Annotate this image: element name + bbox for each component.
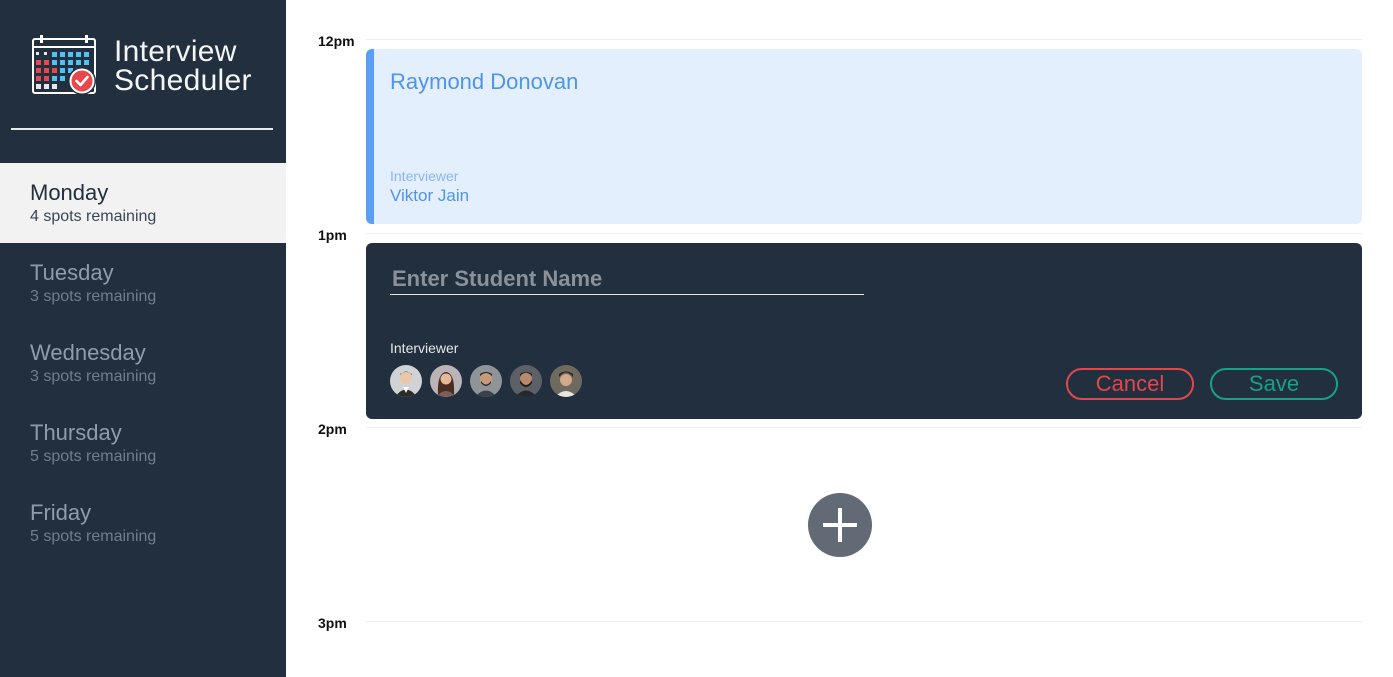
time-divider xyxy=(366,621,1362,622)
day-name: Friday xyxy=(30,500,92,525)
day-name: Wednesday xyxy=(30,340,146,365)
appointment-form: Interviewer Cancel Save xyxy=(366,243,1362,419)
cancel-button[interactable]: Cancel xyxy=(1066,368,1194,400)
day-spots: 5 spots remaining xyxy=(30,528,157,545)
form-interviewer-label: Interviewer xyxy=(390,340,459,356)
plus-icon xyxy=(823,508,857,542)
sidebar-divider xyxy=(11,128,273,130)
time-divider xyxy=(366,39,1362,40)
app-title-line2: Scheduler xyxy=(114,64,252,97)
interviewer-avatar[interactable] xyxy=(470,365,502,397)
app-title: Interview Scheduler xyxy=(114,35,252,97)
appointment-interviewer-label: Interviewer xyxy=(390,168,459,184)
time-divider xyxy=(366,233,1362,234)
day-spots: 5 spots remaining xyxy=(30,448,157,465)
day-item-tuesday[interactable]: Tuesday 3 spots remaining xyxy=(0,243,286,323)
interviewer-avatar[interactable] xyxy=(390,365,422,397)
day-name: Tuesday xyxy=(30,260,114,285)
day-name: Monday xyxy=(30,180,109,205)
day-item-thursday[interactable]: Thursday 5 spots remaining xyxy=(0,403,286,483)
brand: Interview Scheduler xyxy=(32,34,282,98)
interviewer-avatar[interactable] xyxy=(510,365,542,397)
time-label: 2pm xyxy=(318,421,347,437)
save-button[interactable]: Save xyxy=(1210,368,1338,400)
sidebar: Interview Scheduler Monday 4 spots remai… xyxy=(0,0,286,677)
day-item-friday[interactable]: Friday 5 spots remaining xyxy=(0,483,286,563)
day-item-wednesday[interactable]: Wednesday 3 spots remaining xyxy=(0,323,286,403)
day-name: Thursday xyxy=(30,420,122,445)
student-name-input[interactable] xyxy=(390,263,864,295)
app-title-line1: Interview xyxy=(114,35,237,68)
calendar-check-icon xyxy=(32,35,96,95)
day-item-monday[interactable]: Monday 4 spots remaining xyxy=(0,163,286,243)
appointment-interviewer-name: Viktor Jain xyxy=(390,186,470,205)
appointment-accent xyxy=(366,49,374,224)
time-label: 1pm xyxy=(318,227,347,243)
appointment-student-name: Raymond Donovan xyxy=(390,69,579,94)
schedule: 12pm 1pm 2pm 3pm Raymond Donovan Intervi… xyxy=(286,0,1393,677)
interviewer-list xyxy=(390,365,590,397)
app: Interview Scheduler Monday 4 spots remai… xyxy=(0,0,1393,677)
day-spots: 4 spots remaining xyxy=(30,208,157,225)
day-list: Monday 4 spots remaining Tuesday 3 spots… xyxy=(0,163,286,563)
day-spots: 3 spots remaining xyxy=(30,288,157,305)
appointment-card[interactable]: Raymond Donovan Interviewer Viktor Jain xyxy=(366,49,1362,224)
day-spots: 3 spots remaining xyxy=(30,368,157,385)
time-divider xyxy=(366,427,1362,428)
interviewer-avatar[interactable] xyxy=(550,365,582,397)
add-appointment-button[interactable] xyxy=(808,493,872,557)
time-label: 3pm xyxy=(318,615,347,631)
time-label: 12pm xyxy=(318,33,355,49)
interviewer-avatar[interactable] xyxy=(430,365,462,397)
